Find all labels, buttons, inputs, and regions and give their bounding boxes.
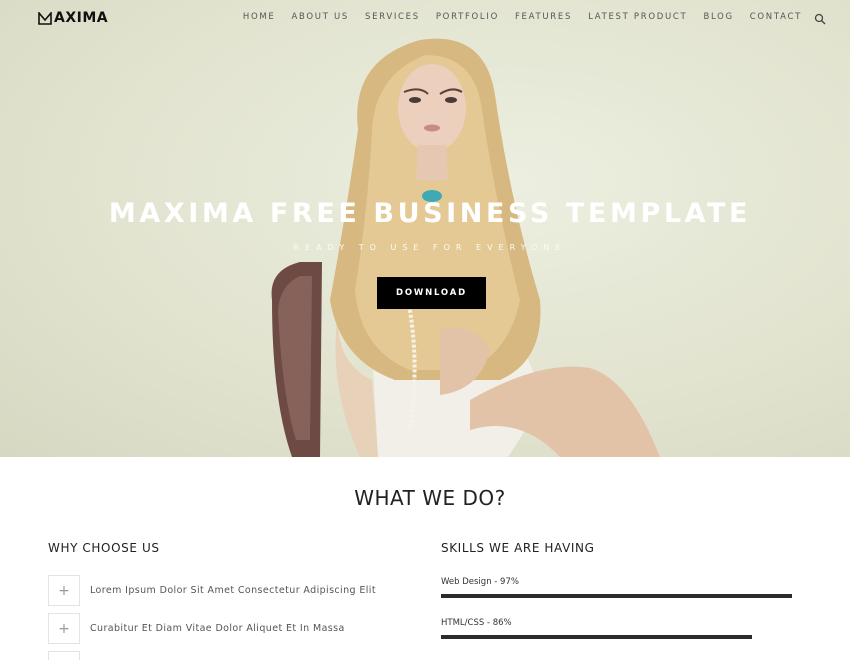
brand-name: AXIMA <box>54 10 109 26</box>
nav-blog[interactable]: BLOG <box>703 12 733 23</box>
search-icon[interactable] <box>814 13 826 25</box>
nav-latest-product[interactable]: LATEST PRODUCT <box>588 12 687 23</box>
nav-about-us[interactable]: ABOUT US <box>291 12 349 23</box>
why-choose-us-heading: WHY CHOOSE US <box>48 541 160 555</box>
skills-heading: SKILLS WE ARE HAVING <box>441 541 595 555</box>
skill-track <box>441 635 803 639</box>
feature-item[interactable]: + Lorem Ipsum Dolor Sit Amet Consectetur… <box>48 575 376 606</box>
skill-bar-fill <box>441 594 793 598</box>
download-button[interactable]: DOWNLOAD <box>377 277 486 309</box>
skill-track <box>441 594 803 598</box>
skill-label: Web Design - 97% <box>441 577 519 587</box>
skill-bar-fill <box>441 635 753 639</box>
nav-contact[interactable]: CONTACT <box>750 12 802 23</box>
hero-section: AXIMA HOME ABOUT US SERVICES PORTFOLIO F… <box>0 0 850 457</box>
feature-text: Lorem Ipsum Dolor Sit Amet Consectetur A… <box>90 585 376 596</box>
nav-services[interactable]: SERVICES <box>365 12 420 23</box>
feature-item[interactable] <box>48 651 80 660</box>
top-navigation-bar: AXIMA HOME ABOUT US SERVICES PORTFOLIO F… <box>0 0 850 36</box>
skill-web-design: Web Design - 97% <box>441 577 803 598</box>
skill-html-css: HTML/CSS - 86% <box>441 618 803 639</box>
feature-item[interactable]: + Curabitur Et Diam Vitae Dolor Aliquet … <box>48 613 345 644</box>
plus-icon[interactable] <box>48 651 80 660</box>
plus-icon[interactable]: + <box>48 575 80 606</box>
brand-logo[interactable]: AXIMA <box>38 10 108 26</box>
feature-text: Curabitur Et Diam Vitae Dolor Aliquet Et… <box>90 623 345 634</box>
section-title: WHAT WE DO? <box>354 486 506 510</box>
hero-subtitle: READY TO USE FOR EVERYONE <box>293 243 567 252</box>
skill-label: HTML/CSS - 86% <box>441 618 512 628</box>
nav-features[interactable]: FEATURES <box>515 12 572 23</box>
hero-title: MAXIMA FREE BUSINESS TEMPLATE <box>108 198 752 229</box>
main-nav: HOME ABOUT US SERVICES PORTFOLIO FEATURE… <box>227 12 802 23</box>
plus-icon[interactable]: + <box>48 613 80 644</box>
nav-portfolio[interactable]: PORTFOLIO <box>436 12 499 23</box>
logo-m-icon <box>38 11 52 25</box>
nav-home[interactable]: HOME <box>243 12 276 23</box>
